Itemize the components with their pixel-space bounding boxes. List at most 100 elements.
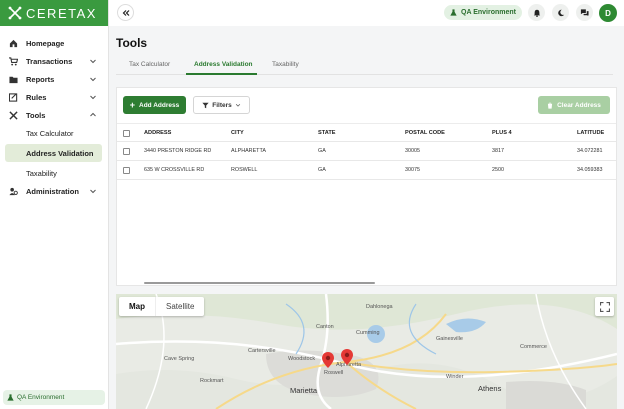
chevron-down-icon[interactable]: [89, 93, 97, 101]
sidebar-item-label: Reports: [26, 74, 55, 84]
sidebar-item-label: Rules: [26, 92, 47, 102]
sidebar-item-reports[interactable]: Reports: [0, 70, 108, 88]
dark-mode-button[interactable]: [552, 4, 569, 21]
filters-button[interactable]: Filters: [193, 96, 250, 114]
map-view[interactable]: Woodstock Roswell Alpharetta Marietta At…: [116, 294, 617, 409]
folder-icon: [8, 74, 18, 84]
clear-address-label: Clear Address: [557, 101, 601, 109]
sidebar-item-transactions[interactable]: Transactions: [0, 52, 108, 70]
environment-chip-label: QA Environment: [461, 9, 516, 16]
cell-plus4: 2500: [492, 167, 504, 173]
bell-icon: [533, 9, 540, 17]
flask-icon: [7, 394, 14, 401]
map-pin-icon[interactable]: [322, 352, 334, 368]
messages-button[interactable]: [576, 4, 593, 21]
map-label-cave-spring: Cave Spring: [164, 356, 195, 362]
chevron-down-icon: [235, 103, 240, 107]
map-label-marietta: Marietta: [290, 386, 318, 395]
map-type-satellite-button[interactable]: Satellite: [155, 297, 204, 316]
clear-address-button[interactable]: Clear Address: [538, 96, 610, 114]
row-checkbox[interactable]: [123, 167, 130, 174]
chevron-up-icon[interactable]: [89, 111, 97, 119]
sidebar-nav: Homepage Transactions Reports Rules Tool…: [0, 34, 108, 200]
fullscreen-button[interactable]: [595, 297, 614, 316]
sidebar-subitem-address-validation[interactable]: Address Validation: [5, 144, 102, 162]
cell-city: ALPHARETTA: [231, 148, 266, 154]
top-bar: QA Environment D: [109, 0, 624, 26]
collapse-sidebar-button[interactable]: [117, 4, 134, 21]
chevron-down-icon[interactable]: [89, 57, 97, 65]
chevron-down-icon[interactable]: [89, 187, 97, 195]
select-all-checkbox[interactable]: [123, 130, 130, 137]
cell-postal-code: 30005: [405, 148, 420, 154]
sidebar-subitem-taxability[interactable]: Taxability: [0, 164, 108, 182]
map-type-control: Map Satellite: [119, 297, 205, 316]
user-avatar[interactable]: D: [599, 4, 617, 22]
sidebar-item-tools[interactable]: Tools: [0, 106, 108, 124]
rules-icon: [8, 92, 18, 102]
sidebar-item-label: Administration: [26, 186, 79, 196]
cell-state: GA: [318, 167, 326, 173]
sidebar-item-administration[interactable]: Administration: [0, 182, 108, 200]
moon-icon: [557, 9, 564, 16]
chevron-down-icon[interactable]: [89, 75, 97, 83]
column-header-latitude[interactable]: LATITUDE: [577, 124, 604, 143]
column-header-city[interactable]: CITY: [231, 124, 244, 143]
map-label-winder: Winder: [446, 374, 464, 380]
table-row[interactable]: 635 W CROSSVILLE RD ROSWELL GA 30075 250…: [117, 161, 616, 180]
ceretax-logo-icon: [8, 6, 22, 20]
sidebar-item-label: Transactions: [26, 56, 73, 66]
cell-city: ROSWELL: [231, 167, 258, 173]
sidebar-item-rules[interactable]: Rules: [0, 88, 108, 106]
filter-icon: [202, 102, 209, 108]
map-type-map-button[interactable]: Map: [119, 297, 155, 316]
cell-state: GA: [318, 148, 326, 154]
tools-tabs: Tax Calculator Address Validation Taxabi…: [116, 56, 613, 75]
map-pin-icon[interactable]: [341, 349, 353, 365]
tab-address-validation[interactable]: Address Validation: [194, 61, 253, 68]
map-label-woodstock: Woodstock: [288, 356, 316, 362]
column-header-state[interactable]: STATE: [318, 124, 336, 143]
address-validation-card: + Add Address Filters Clear Address ADDR…: [116, 87, 617, 286]
tab-tax-calculator[interactable]: Tax Calculator: [129, 61, 170, 68]
cell-postal-code: 30075: [405, 167, 420, 173]
table-header-row: ADDRESS CITY STATE POSTAL CODE PLUS 4 LA…: [117, 123, 616, 142]
brand-header[interactable]: CERETAX: [0, 0, 108, 26]
column-header-plus4[interactable]: PLUS 4: [492, 124, 512, 143]
add-address-label: Add Address: [139, 101, 180, 109]
add-address-button[interactable]: + Add Address: [123, 96, 186, 114]
row-checkbox[interactable]: [123, 148, 130, 155]
horizontal-scrollbar[interactable]: [144, 282, 375, 284]
home-icon: [8, 38, 18, 48]
sidebar-subitem-tax-calculator[interactable]: Tax Calculator: [0, 124, 108, 142]
sidebar-item-label: Tools: [26, 110, 46, 120]
page-title: Tools: [116, 36, 148, 50]
map-label-roswell: Roswell: [324, 370, 344, 376]
address-table: ADDRESS CITY STATE POSTAL CODE PLUS 4 LA…: [117, 123, 616, 180]
double-chevron-left-icon: [122, 9, 129, 16]
chat-icon: [580, 9, 589, 17]
environment-label: QA Environment: [17, 394, 65, 401]
column-header-address[interactable]: ADDRESS: [144, 124, 171, 143]
sidebar-item-homepage[interactable]: Homepage: [0, 34, 108, 52]
admin-icon: [8, 186, 18, 196]
map-label-athens: Athens: [478, 384, 502, 393]
column-header-postal-code[interactable]: POSTAL CODE: [405, 124, 445, 143]
map-label-gainesville: Gainesville: [436, 336, 463, 342]
environment-badge: QA Environment: [3, 390, 105, 405]
trash-icon: [547, 102, 553, 109]
active-tab-indicator: [186, 73, 257, 75]
table-row[interactable]: 3440 PRESTON RIDGE RD ALPHARETTA GA 3000…: [117, 142, 616, 161]
cell-latitude: 34.059383: [577, 167, 603, 173]
fullscreen-icon: [599, 301, 610, 312]
filters-label: Filters: [212, 101, 232, 109]
cell-latitude: 34.072281: [577, 148, 603, 154]
map-label-cumming: Cumming: [356, 330, 380, 336]
plus-icon: +: [129, 99, 136, 110]
tab-taxability[interactable]: Taxability: [272, 61, 299, 68]
flask-icon: [450, 9, 457, 16]
environment-chip[interactable]: QA Environment: [444, 5, 522, 20]
notifications-button[interactable]: [528, 4, 545, 21]
map-label-dahlonega: Dahlonega: [366, 304, 393, 310]
cell-address: 3440 PRESTON RIDGE RD: [144, 148, 212, 154]
